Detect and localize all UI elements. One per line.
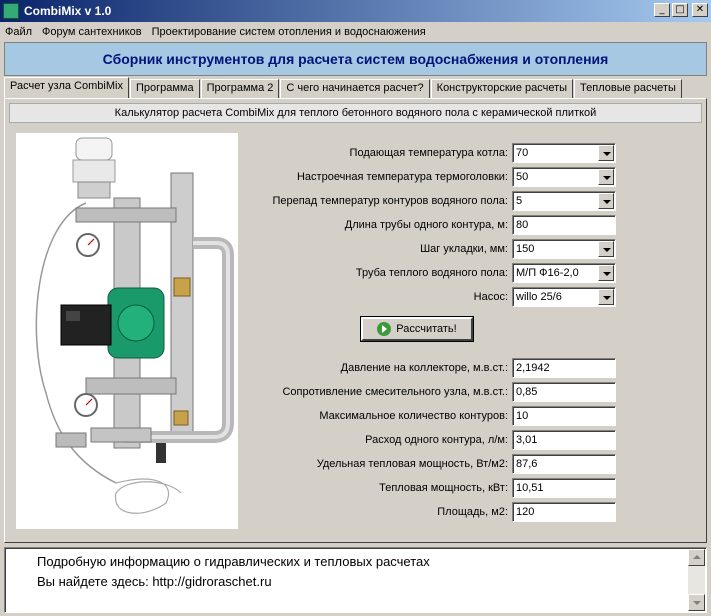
label-pipe-length: Длина трубы одного контура, м: (344, 219, 508, 231)
label-pump: Насос: (473, 291, 508, 303)
scroll-up-icon[interactable] (688, 549, 705, 566)
scroll-down-icon[interactable] (688, 594, 705, 611)
result-row-collector-pressure: Давление на коллекторе, м.в.ст.: 2,1942 (5, 358, 708, 378)
label-temp-drop: Перепад температур контуров водяного пол… (272, 195, 508, 207)
tab-program[interactable]: Программа (129, 79, 200, 98)
area-output[interactable]: 120 (512, 502, 616, 522)
chevron-down-icon[interactable] (598, 289, 614, 305)
input-row-temp-drop: Перепад температур контуров водяного пол… (5, 191, 708, 211)
pump-select[interactable]: willo 25/6 (512, 287, 616, 307)
input-row-pipe-type: Труба теплого водяного пола: М/П Ф16-2,0 (5, 263, 708, 283)
menu-bar: Файл Форум сантехников Проектирование си… (0, 22, 711, 41)
label-pitch: Шаг укладки, мм: (420, 243, 508, 255)
info-line-2: Вы найдете здесь: http://gidroraschet.ru (37, 574, 272, 589)
input-row-boiler-temp: Подающая температура котла: 70 (5, 143, 708, 163)
tab-program-2[interactable]: Программа 2 (200, 79, 280, 98)
label-max-loops: Максимальное количество контуров: (319, 410, 508, 422)
max-loops-output[interactable]: 10 (512, 406, 616, 426)
input-row-pump: Насос: willo 25/6 (5, 287, 708, 307)
label-heat-power: Тепловая мощность, кВт: (379, 482, 508, 494)
result-row-mixer-resistance: Сопротивление смесительного узла, м.в.ст… (5, 382, 708, 402)
minimize-button[interactable]: _ (654, 3, 670, 17)
label-area: Площадь, м2: (437, 506, 508, 518)
result-row-area: Площадь, м2: 120 (5, 502, 708, 522)
tab-strip: Расчет узла CombiMix Программа Программа… (4, 77, 683, 98)
pump-value: willo 25/6 (516, 291, 562, 303)
tab-design-calc[interactable]: Конструкторские расчеты (430, 79, 574, 98)
chevron-down-icon[interactable] (598, 265, 614, 281)
label-loop-flow: Расход одного контура, л/м: (365, 434, 508, 446)
label-boiler-temp: Подающая температура котла: (349, 147, 508, 159)
maximize-button[interactable]: □ (672, 3, 688, 17)
pipe-length-input[interactable]: 80 (512, 215, 616, 235)
result-row-loop-flow: Расход одного контура, л/м: 3,01 (5, 430, 708, 450)
result-row-max-loops: Максимальное количество контуров: 10 (5, 406, 708, 426)
chevron-down-icon[interactable] (598, 169, 614, 185)
input-row-pipe-length: Длина трубы одного контура, м: 80 (5, 215, 708, 235)
window-title: CombiMix v 1.0 (24, 4, 112, 18)
temp-drop-select[interactable]: 5 (512, 191, 616, 211)
boiler-temp-value: 70 (516, 147, 529, 159)
info-line-1: Подробную информацию о гидравлических и … (37, 554, 430, 569)
tab-thermal-calc[interactable]: Тепловые расчеты (574, 79, 682, 98)
chevron-down-icon[interactable] (598, 145, 614, 161)
heat-power-output[interactable]: 10,51 (512, 478, 616, 498)
chevron-down-icon[interactable] (598, 193, 614, 209)
menu-forum[interactable]: Форум сантехников (37, 26, 147, 38)
input-row-pitch: Шаг укладки, мм: 150 (5, 239, 708, 259)
calculate-button[interactable]: Рассчитать! (360, 316, 474, 342)
mixer-resistance-output[interactable]: 0,85 (512, 382, 616, 402)
calculator-title: Калькулятор расчета CombiMix для теплого… (9, 103, 702, 123)
boiler-temp-select[interactable]: 70 (512, 143, 616, 163)
pipe-type-select[interactable]: М/П Ф16-2,0 (512, 263, 616, 283)
input-row-thermohead-temp: Настроечная температура термоголовки: 50 (5, 167, 708, 187)
tab-where-to-start[interactable]: С чего начинается расчет? (280, 79, 430, 98)
menu-design[interactable]: Проектирование систем отопления и водосн… (147, 26, 431, 38)
pitch-select[interactable]: 150 (512, 239, 616, 259)
thermohead-temp-select[interactable]: 50 (512, 167, 616, 187)
calculate-button-label: Рассчитать! (396, 323, 457, 335)
label-specific-power: Удельная тепловая мощность, Вт/м2: (316, 458, 508, 470)
app-icon (3, 3, 19, 19)
collector-pressure-output[interactable]: 2,1942 (512, 358, 616, 378)
specific-power-output[interactable]: 87,6 (512, 454, 616, 474)
pipe-type-value: М/П Ф16-2,0 (516, 267, 579, 279)
loop-flow-output[interactable]: 3,01 (512, 430, 616, 450)
info-textbox[interactable]: Подробную информацию о гидравлических и … (4, 547, 707, 613)
calculator-panel: Калькулятор расчета CombiMix для теплого… (4, 98, 707, 543)
chevron-down-icon[interactable] (598, 241, 614, 257)
tab-combimix[interactable]: Расчет узла CombiMix (4, 77, 129, 98)
pitch-value: 150 (516, 243, 535, 255)
result-row-specific-power: Удельная тепловая мощность, Вт/м2: 87,6 (5, 454, 708, 474)
play-icon (377, 322, 392, 336)
temp-drop-value: 5 (516, 195, 523, 207)
header-banner: Сборник инструментов для расчета систем … (4, 42, 707, 76)
menu-file[interactable]: Файл (0, 26, 37, 38)
close-button[interactable]: ✕ (692, 3, 708, 17)
info-scrollbar[interactable] (688, 549, 705, 611)
label-mixer-resistance: Сопротивление смесительного узла, м.в.ст… (282, 386, 508, 398)
title-bar: CombiMix v 1.0 _ □ ✕ (0, 0, 711, 22)
label-collector-pressure: Давление на коллекторе, м.в.ст.: (340, 362, 508, 374)
result-row-heat-power: Тепловая мощность, кВт: 10,51 (5, 478, 708, 498)
label-thermohead-temp: Настроечная температура термоголовки: (296, 171, 508, 183)
label-pipe-type: Труба теплого водяного пола: (355, 267, 508, 279)
thermohead-temp-value: 50 (516, 171, 529, 183)
banner-title: Сборник инструментов для расчета систем … (102, 51, 609, 67)
